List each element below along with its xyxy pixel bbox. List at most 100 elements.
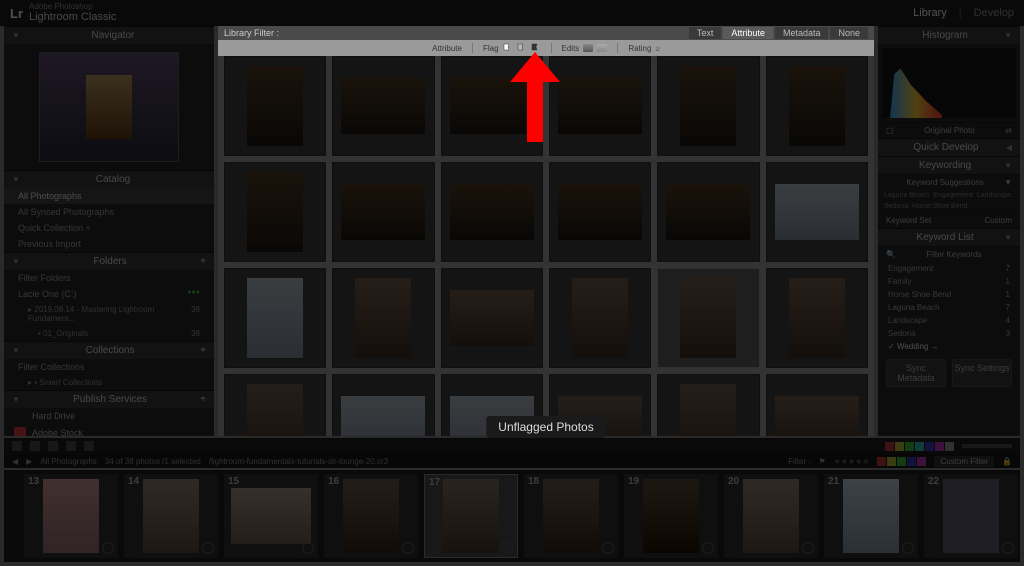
nav-fwd-icon[interactable]: ▶	[26, 457, 32, 466]
folder-item[interactable]: ▸ 2019.08.14 - Mastering Lightroom Funda…	[4, 302, 214, 326]
filter-tab-text[interactable]: Text	[689, 27, 722, 39]
loupe-view-icon[interactable]	[30, 441, 40, 451]
grid-cell[interactable]	[224, 162, 326, 262]
navigator-header[interactable]: ▼Navigator	[4, 26, 214, 44]
thumbnail-size-slider[interactable]	[962, 444, 1012, 448]
collections-header[interactable]: ▼Collections+	[4, 341, 214, 359]
color-label-red[interactable]	[885, 442, 894, 451]
grid-cell[interactable]	[441, 268, 543, 368]
grid-cell[interactable]	[332, 56, 434, 156]
filmstrip-cell[interactable]: 15	[224, 474, 318, 558]
grid-cell[interactable]	[224, 268, 326, 368]
filmstrip[interactable]: 13 14 15 16 17 18 19 20 21 22	[4, 470, 1020, 562]
filmstrip-cell[interactable]: 17	[424, 474, 518, 558]
right-panel: Histogram▼ ▢Original Photo⇄ Quick Develo…	[878, 26, 1020, 436]
compare-view-icon[interactable]	[48, 441, 58, 451]
survey-view-icon[interactable]	[66, 441, 76, 451]
color-label-purple[interactable]	[935, 442, 944, 451]
grid-cell[interactable]	[549, 162, 651, 262]
filmstrip-stars[interactable]: ★★★★★	[834, 457, 870, 466]
filter-tab-none[interactable]: None	[830, 27, 868, 39]
grid-cell[interactable]	[657, 374, 759, 436]
filmstrip-cell[interactable]: 14	[124, 474, 218, 558]
filmstrip-cell[interactable]: 13	[24, 474, 118, 558]
grid-cell[interactable]	[549, 268, 651, 368]
filmstrip-cell[interactable]: 18	[524, 474, 618, 558]
histogram-header[interactable]: Histogram▼	[878, 26, 1020, 44]
color-label-yellow[interactable]	[895, 442, 904, 451]
filmstrip-cell[interactable]: 20	[724, 474, 818, 558]
collections-filter[interactable]: Filter Collections	[4, 359, 214, 375]
catalog-synced[interactable]: All Synced Photographs	[4, 204, 214, 220]
filter-tab-metadata[interactable]: Metadata	[775, 27, 829, 39]
tooltip-unflagged: Unflagged Photos	[486, 416, 605, 438]
module-develop[interactable]: Develop	[974, 7, 1014, 19]
grid-cell[interactable]	[766, 374, 868, 436]
color-label-none[interactable]	[945, 442, 954, 451]
filmstrip-cell[interactable]: 21	[824, 474, 918, 558]
color-label-green[interactable]	[905, 442, 914, 451]
filmstrip-cell[interactable]: 16	[324, 474, 418, 558]
keyword-item[interactable]: Family1	[878, 275, 1020, 288]
publish-adobe-stock[interactable]: Adobe Stock	[4, 424, 214, 436]
grid-cell[interactable]	[657, 268, 759, 368]
histogram[interactable]	[882, 48, 1016, 118]
keyword-item[interactable]: Engagement7	[878, 262, 1020, 275]
keyword-list-header[interactable]: Keyword List▼	[878, 228, 1020, 246]
publish-hard-drive[interactable]: Hard Drive	[4, 408, 214, 424]
grid-cell[interactable]	[332, 268, 434, 368]
keyword-filter[interactable]: 🔍Filter Keywords	[878, 246, 1020, 262]
catalog-previous-import[interactable]: Previous Import	[4, 236, 214, 252]
catalog-all-photographs[interactable]: All Photographs	[4, 188, 214, 204]
grid-cell[interactable]	[766, 56, 868, 156]
grid-cell[interactable]	[549, 56, 651, 156]
navigator-preview[interactable]	[39, 52, 179, 162]
folder-item[interactable]: ▪ 01_Originals38	[4, 326, 214, 341]
filter-lock-icon[interactable]: 🔒	[1002, 457, 1012, 466]
grid-cell[interactable]	[441, 56, 543, 156]
module-library[interactable]: Library	[913, 7, 947, 19]
grid-cell[interactable]	[332, 162, 434, 262]
catalog-header[interactable]: ▼Catalog	[4, 170, 214, 188]
grid-cell[interactable]	[224, 56, 326, 156]
grid-cell[interactable]	[766, 162, 868, 262]
keyword-suggestions-header[interactable]: Keyword Suggestions▼	[878, 174, 1020, 190]
folders-filter[interactable]: Filter Folders	[4, 270, 214, 286]
keyword-item[interactable]: Landscape4	[878, 314, 1020, 327]
keyword-item[interactable]: Sedona3	[878, 327, 1020, 340]
publish-header[interactable]: ▼Publish Services+	[4, 390, 214, 408]
nav-back-icon[interactable]: ◀	[12, 457, 18, 466]
catalog-quick-collection[interactable]: Quick Collection +	[4, 220, 214, 236]
grid-cell[interactable]	[441, 162, 543, 262]
keyword-set-row[interactable]: Keyword SetCustom	[878, 212, 1020, 228]
thumbnail-grid[interactable]	[218, 50, 874, 436]
color-label-blue[interactable]	[925, 442, 934, 451]
filmstrip-flag-icon[interactable]: ⚑	[818, 457, 825, 466]
filter-tab-attribute[interactable]: Attribute	[723, 27, 773, 39]
keyword-item[interactable]: Laguna Beach7	[878, 301, 1020, 314]
original-photo-row[interactable]: ▢Original Photo⇄	[878, 122, 1020, 138]
sync-settings-button[interactable]: Sync Settings	[952, 359, 1012, 387]
filmstrip-cell[interactable]: 19	[624, 474, 718, 558]
sync-metadata-button[interactable]: Sync Metadata	[886, 359, 946, 387]
library-filter-label: Library Filter :	[224, 28, 279, 38]
breadcrumb[interactable]: All Photographs	[40, 457, 96, 466]
grid-view-icon[interactable]	[12, 441, 22, 451]
custom-filter-dropdown[interactable]: Custom Filter	[934, 456, 994, 467]
folders-drive[interactable]: Lacie One (C:)●●●	[4, 286, 214, 302]
grid-cell[interactable]	[766, 268, 868, 368]
color-label-teal[interactable]	[915, 442, 924, 451]
app-subtitle: Adobe Photoshop	[29, 3, 116, 11]
filmstrip-cell[interactable]: 22	[924, 474, 1018, 558]
grid-cell[interactable]	[657, 56, 759, 156]
quick-develop-header[interactable]: Quick Develop◀	[878, 138, 1020, 156]
grid-cell[interactable]	[224, 374, 326, 436]
keyword-item[interactable]: ✓ Wedding →	[878, 340, 1020, 353]
keywording-header[interactable]: Keywording▼	[878, 156, 1020, 174]
folders-header[interactable]: ▼Folders+	[4, 252, 214, 270]
smart-collections[interactable]: ▸ ▪ Smart Collections	[4, 375, 214, 390]
people-view-icon[interactable]	[84, 441, 94, 451]
grid-cell[interactable]	[332, 374, 434, 436]
keyword-item[interactable]: Horse Shoe Bend1	[878, 288, 1020, 301]
grid-cell[interactable]	[657, 162, 759, 262]
